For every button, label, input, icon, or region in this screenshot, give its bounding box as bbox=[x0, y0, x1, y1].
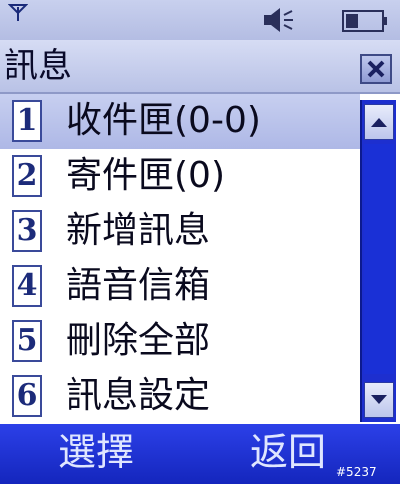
scroll-thumb[interactable] bbox=[364, 144, 394, 374]
watermark: #5237 bbox=[336, 465, 377, 479]
close-button[interactable] bbox=[360, 54, 392, 84]
status-bar bbox=[0, 0, 400, 40]
menu-item-label: 收件匣(0-0) bbox=[66, 100, 261, 141]
menu-item-label: 新增訊息 bbox=[66, 210, 211, 251]
menu-item-outbox[interactable]: 2 寄件匣(0) bbox=[0, 149, 360, 204]
menu-item-number: 1 bbox=[12, 100, 42, 142]
menu-item-delete-all[interactable]: 5 刪除全部 bbox=[0, 314, 360, 369]
menu-list: 1 收件匣(0-0) 2 寄件匣(0) 3 新增訊息 4 語音信箱 5 刪除全部… bbox=[0, 94, 360, 424]
menu-item-message-settings[interactable]: 6 訊息設定 bbox=[0, 369, 360, 424]
battery-icon bbox=[342, 10, 387, 32]
back-softkey[interactable]: 返回 bbox=[250, 428, 326, 476]
signal-icon bbox=[8, 4, 28, 21]
menu-item-number: 5 bbox=[12, 320, 42, 362]
menu-item-label: 刪除全部 bbox=[66, 320, 211, 361]
menu-item-number: 2 bbox=[12, 155, 42, 197]
select-softkey[interactable]: 選擇 bbox=[58, 428, 134, 476]
menu-item-new-message[interactable]: 3 新增訊息 bbox=[0, 204, 360, 259]
menu-item-number: 3 bbox=[12, 210, 42, 252]
scroll-up-button[interactable] bbox=[364, 104, 394, 140]
menu-item-label: 語音信箱 bbox=[66, 265, 211, 306]
menu-item-label: 寄件匣(0) bbox=[66, 155, 225, 196]
menu-item-voicemail[interactable]: 4 語音信箱 bbox=[0, 259, 360, 314]
title-bar: 訊息 bbox=[0, 40, 400, 94]
menu-item-number: 4 bbox=[12, 265, 42, 307]
menu-item-label: 訊息設定 bbox=[66, 375, 211, 416]
menu-item-number: 6 bbox=[12, 375, 42, 417]
arrow-up-icon bbox=[371, 118, 387, 127]
arrow-down-icon bbox=[371, 395, 387, 404]
scrollbar[interactable] bbox=[360, 100, 396, 422]
page-title: 訊息 bbox=[4, 46, 72, 86]
scroll-down-button[interactable] bbox=[364, 382, 394, 418]
phone-screen: 訊息 1 收件匣(0-0) 2 寄件匣(0) 3 新增訊息 4 語音信箱 5 刪… bbox=[0, 0, 400, 484]
speaker-icon bbox=[264, 8, 293, 32]
menu-item-inbox[interactable]: 1 收件匣(0-0) bbox=[0, 94, 360, 149]
close-icon bbox=[367, 60, 385, 78]
